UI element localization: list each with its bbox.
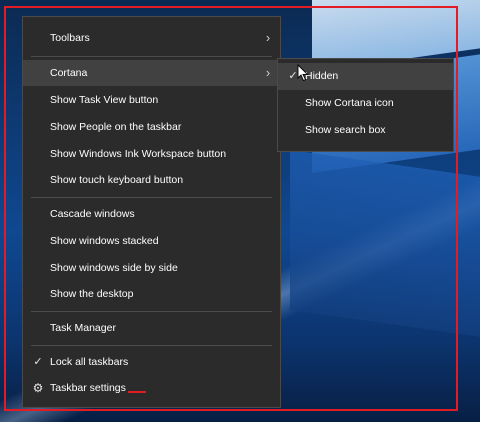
menu-item-show-task-view-button[interactable]: Show Task View button (23, 87, 280, 113)
menu-separator (31, 56, 272, 57)
menu-item-label: Cortana (50, 67, 88, 79)
menu-item-label: Show Task View button (50, 94, 159, 106)
menu-item-show-touch-keyboard[interactable]: Show touch keyboard button (23, 167, 280, 193)
submenu-item-show-search-box[interactable]: Show search box (278, 117, 453, 144)
menu-item-label: Show windows stacked (50, 235, 159, 247)
menu-item-show-the-desktop[interactable]: Show the desktop (23, 281, 280, 307)
gear-icon: ⚙ (32, 381, 44, 395)
checkmark-icon: ✓ (33, 356, 43, 368)
menu-separator (31, 197, 272, 198)
mouse-pointer-icon (297, 64, 309, 82)
menu-item-label: Cascade windows (50, 208, 135, 220)
menu-item-label: Show People on the taskbar (50, 121, 182, 133)
menu-item-task-manager[interactable]: Task Manager (23, 315, 280, 341)
menu-item-show-ink-workspace[interactable]: Show Windows Ink Workspace button (23, 141, 280, 167)
menu-item-show-people[interactable]: Show People on the taskbar (23, 114, 280, 140)
menu-item-label: Task Manager (50, 322, 116, 334)
chevron-right-icon: › (265, 65, 271, 80)
wallpaper-light-pane (290, 150, 480, 337)
submenu-item-label: Hidden (305, 70, 339, 82)
menu-item-label: Toolbars (50, 32, 90, 44)
menu-item-taskbar-settings[interactable]: ⚙ Taskbar settings (23, 375, 280, 401)
submenu-item-show-cortana-icon[interactable]: Show Cortana icon (278, 90, 453, 117)
menu-separator (31, 311, 272, 312)
taskbar-context-menu: Toolbars › Cortana › Show Task View butt… (22, 16, 281, 408)
annotation-underline (128, 391, 146, 393)
menu-item-toolbars[interactable]: Toolbars › (23, 25, 280, 51)
menu-item-lock-all-taskbars[interactable]: ✓ Lock all taskbars (23, 349, 280, 375)
menu-item-cortana[interactable]: Cortana › (23, 60, 280, 86)
menu-item-cascade-windows[interactable]: Cascade windows (23, 201, 280, 227)
submenu-item-label: Show Cortana icon (305, 97, 394, 109)
menu-item-label: Show windows side by side (50, 262, 178, 274)
chevron-right-icon: › (265, 30, 271, 45)
menu-item-label: Show the desktop (50, 288, 134, 300)
submenu-item-label: Show search box (305, 124, 386, 136)
menu-item-label: Taskbar settings (50, 382, 126, 394)
menu-item-show-windows-side-by-side[interactable]: Show windows side by side (23, 255, 280, 281)
menu-item-label: Show Windows Ink Workspace button (50, 148, 227, 160)
menu-item-label: Lock all taskbars (50, 356, 129, 368)
menu-separator (31, 345, 272, 346)
menu-item-show-windows-stacked[interactable]: Show windows stacked (23, 228, 280, 254)
menu-item-label: Show touch keyboard button (50, 174, 184, 186)
